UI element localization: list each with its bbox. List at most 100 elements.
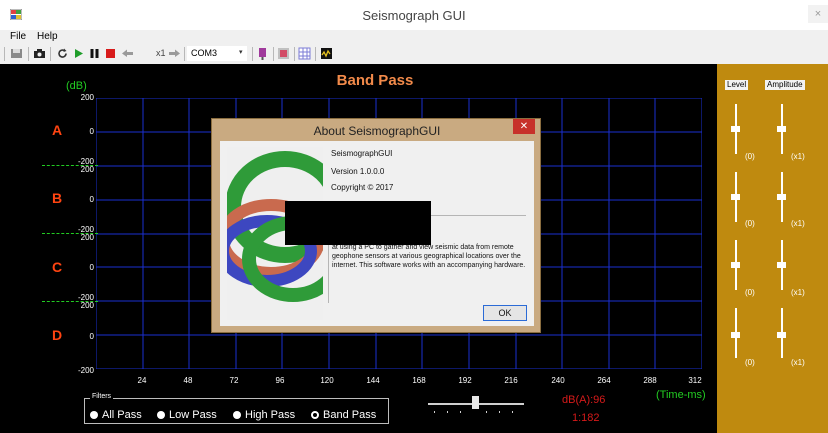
toolbar-separator [315,47,316,61]
y-axis-label: (dB) [66,80,87,92]
meter-icon[interactable] [320,47,333,60]
radio-low-pass[interactable]: Low Pass [157,409,217,421]
amplitude-value: (x1) [791,152,805,161]
radio-label: Low Pass [169,409,217,421]
radio-band-pass[interactable]: Band Pass [311,409,376,421]
ratio-readout: 1:182 [572,412,600,424]
amplitude-slider-b-thumb[interactable] [777,194,786,200]
toolbar-separator [273,47,274,61]
channel-separator [42,233,98,234]
speed-slider-thumb[interactable] [472,396,479,409]
channel-separator [42,165,98,166]
radio-high-pass[interactable]: High Pass [233,409,295,421]
right-arrow-icon[interactable] [168,47,181,60]
plot-title: Band Pass [336,72,414,89]
record-icon[interactable] [277,47,290,60]
marker-icon[interactable] [256,47,269,60]
about-description: at using a PC to gather and view seismic… [332,244,526,269]
channel-label-c: C [52,259,63,275]
slider-tick [434,411,435,413]
x-tick-label: 72 [229,376,239,385]
x-tick-label: 312 [688,376,702,385]
chevron-down-icon: ▾ [239,49,243,56]
toolbar-separator [4,47,5,61]
toolbar-separator [50,47,51,61]
amplitude-value: (x1) [791,358,805,367]
pause-icon[interactable] [88,47,101,60]
x-tick-label: 120 [320,376,334,385]
radio-indicator [90,411,98,419]
redaction-box [285,201,431,245]
filters-legend: Filters [90,393,114,400]
amplitude-slider-d-thumb[interactable] [777,332,786,338]
radio-all-pass[interactable]: All Pass [90,409,142,421]
y-tick-label: 0 [89,263,94,272]
y-tick-label: -200 [77,366,94,375]
x-tick-label: 264 [597,376,611,385]
camera-icon[interactable] [33,47,46,60]
left-arrow-icon[interactable] [121,47,134,60]
zoom-label: x1 [156,48,166,58]
radio-indicator [157,411,165,419]
x-tick-label: 168 [412,376,426,385]
about-close-button[interactable]: ✕ [513,119,535,134]
about-dialog-title: About SeismographGUI [313,124,441,138]
dba-readout: dB(A):96 [562,394,606,406]
level-slider-c-thumb[interactable] [731,262,740,268]
about-version: Version 1.0.0.0 [331,167,385,176]
filters-group: Filters All Pass Low Pass High Pass Band… [84,393,389,424]
y-tick-label: 200 [80,301,94,310]
refresh-icon[interactable] [56,47,69,60]
grid-icon[interactable] [298,47,311,60]
x-tick-label: 216 [504,376,518,385]
level-value: (0) [745,219,755,228]
stop-icon[interactable] [104,47,117,60]
slider-tick [460,411,461,413]
y-tick-label: 200 [80,165,94,174]
amplitude-slider-a-thumb[interactable] [777,126,786,132]
menu-file[interactable]: File [10,31,26,42]
toolbar: x1 COM3 ▾ [0,44,828,64]
com-port-select[interactable]: COM3 ▾ [187,46,247,61]
radio-label: All Pass [102,409,142,421]
radio-indicator-selected [311,411,319,419]
radio-label: Band Pass [323,409,377,421]
level-value: (0) [745,358,755,367]
x-tick-label: 240 [551,376,565,385]
about-copyright: Copyright © 2017 [331,183,394,192]
level-slider-b-thumb[interactable] [731,194,740,200]
window-close-button[interactable]: × [808,5,828,23]
menu-help[interactable]: Help [37,31,58,42]
x-tick-label: 24 [137,376,147,385]
title-bar: Seismograph GUI × [0,0,828,30]
ok-button[interactable]: OK [483,305,527,321]
y-tick-label: 200 [80,233,94,242]
channel-label-a: A [52,122,63,138]
amplitude-value: (x1) [791,219,805,228]
menu-bar: File Help [0,30,828,44]
level-slider-d-thumb[interactable] [731,332,740,338]
slider-tick [486,411,487,413]
gain-panel: Level Amplitude (0) (x1) (0) (x1) (0) (x… [717,64,828,433]
level-header: Level [725,80,749,90]
toolbar-separator [28,47,29,61]
y-tick-label: 0 [89,332,94,341]
amplitude-value: (x1) [791,288,805,297]
com-port-value: COM3 [191,48,218,58]
app-window: Seismograph GUI × File Help x1 COM3 ▾ Ba… [0,0,828,433]
level-slider-a-thumb[interactable] [731,126,740,132]
toolbar-separator [184,47,185,61]
x-tick-label: 192 [458,376,472,385]
level-value: (0) [745,288,755,297]
channel-label-d: D [52,327,63,343]
about-product-name: SeismographGUI [331,149,393,158]
amplitude-slider-c-thumb[interactable] [777,262,786,268]
y-tick-label: 0 [89,195,94,204]
disk-icon[interactable] [10,47,23,60]
play-icon[interactable] [72,47,85,60]
y-tick-label: 0 [89,127,94,136]
toolbar-separator [252,47,253,61]
x-tick-label: 48 [183,376,193,385]
radio-label: High Pass [245,409,296,421]
radio-indicator [233,411,241,419]
